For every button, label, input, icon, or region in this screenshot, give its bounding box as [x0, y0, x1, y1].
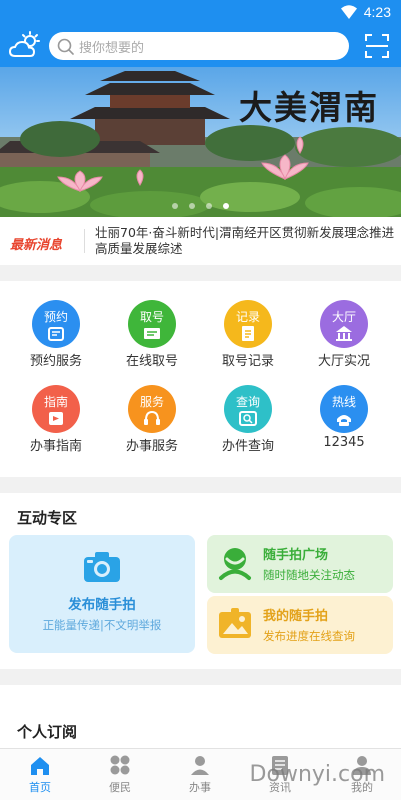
status-bar: 4:23: [0, 0, 401, 24]
photo-square-icon: [219, 548, 251, 580]
service-item[interactable]: 服务 办事服务: [107, 385, 197, 454]
service-item[interactable]: 记录 取号记录: [203, 300, 293, 369]
watermark: Downyi.com: [249, 762, 385, 787]
wifi-icon: [341, 5, 357, 19]
weather-icon[interactable]: [9, 31, 41, 59]
service-label: 大厅实况: [317, 354, 370, 369]
service-badge: 记录: [235, 310, 260, 324]
service-glyph: [242, 326, 254, 341]
carousel-indicator: [172, 203, 229, 209]
service-item[interactable]: 预约 预约服务: [11, 300, 101, 369]
person-icon: [191, 756, 209, 775]
calendar-icon: 预约: [32, 300, 80, 348]
query-icon: 查询: [224, 385, 272, 433]
service-label: 预约服务: [29, 354, 82, 369]
news-headline[interactable]: 壮丽70年·奋斗新时代|渭南经开区贯彻新发展理念推进高质量发展综述: [95, 225, 395, 257]
record-icon: 记录: [224, 300, 272, 348]
service-item[interactable]: 指南 办事指南: [11, 385, 101, 454]
service-badge: 大厅: [331, 310, 356, 324]
publish-photo-subtitle: 正能量传递|不文明举报: [42, 618, 162, 632]
service-label: 在线取号: [125, 354, 178, 369]
service-glyph: [144, 410, 160, 425]
phone-icon: 热线: [320, 385, 368, 433]
news-divider: [84, 229, 85, 253]
guide-icon: 指南: [32, 385, 80, 433]
service-label: 取号记录: [221, 354, 274, 369]
banner-calligraphy: 大美渭南: [239, 88, 379, 127]
carousel-dot-active[interactable]: [223, 203, 229, 209]
service-glyph: [49, 412, 63, 425]
building-icon: 大厅: [320, 300, 368, 348]
headset-icon: 服务: [128, 385, 176, 433]
tab-label: 首页: [29, 781, 51, 794]
home-icon: [31, 757, 49, 775]
service-item[interactable]: 取号 在线取号: [107, 300, 197, 369]
search-placeholder: 搜你想要的: [79, 41, 145, 56]
service-glyph: [336, 326, 352, 341]
search-icon: [57, 38, 74, 55]
section-title: 互动专区: [17, 509, 78, 527]
service-grid: 预约 预约服务 取号 在线取号 记录 取号记录 大厅 大厅实况 指南 办事指南 服务 办事服务 查询 办件…: [0, 281, 401, 477]
service-badge: 服务: [139, 395, 164, 409]
carousel-dot[interactable]: [206, 203, 212, 209]
banner-carousel[interactable]: 大美渭南: [0, 67, 401, 217]
service-badge: 预约: [43, 310, 68, 324]
service-label: 办事服务: [125, 439, 178, 454]
service-label: 12345: [323, 435, 365, 450]
photo-square-subtitle: 随时随地关注动态: [263, 568, 355, 582]
search-bar[interactable]: 搜你想要的: [49, 32, 349, 60]
status-time: 4:23: [363, 4, 391, 20]
interaction-section: 互动专区 发布随手拍 正能量传递|不文明举报 随手拍广场 随时随地关注动态 我的…: [0, 493, 401, 669]
service-item[interactable]: 查询 办件查询: [203, 385, 293, 454]
photo-square-title: 随手拍广场: [263, 548, 329, 563]
carousel-dot[interactable]: [189, 203, 195, 209]
subscription-title: 个人订阅: [17, 723, 78, 741]
scan-icon[interactable]: [365, 34, 389, 58]
subscription-section: 个人订阅: [0, 685, 401, 755]
service-badge: 取号: [139, 310, 164, 324]
my-photo-card[interactable]: 我的随手拍 发布进度在线查询: [207, 596, 393, 654]
service-label: 办件查询: [221, 439, 274, 454]
publish-photo-title: 发布随手拍: [68, 597, 136, 613]
service-item[interactable]: 大厅 大厅实况: [299, 300, 389, 369]
tab-label: 便民: [109, 781, 131, 794]
publish-photo-card[interactable]: 发布随手拍 正能量传递|不文明举报: [9, 535, 195, 653]
service-badge: 查询: [235, 395, 260, 409]
ticket-icon: 取号: [128, 300, 176, 348]
tab-home[interactable]: 首页: [10, 754, 70, 795]
news-ticker[interactable]: 最新消息 壮丽70年·奋斗新时代|渭南经开区贯彻新发展理念推进高质量发展综述: [0, 217, 401, 265]
service-badge: 热线: [331, 395, 356, 409]
service-glyph: [239, 411, 257, 426]
camera-icon: [84, 552, 120, 582]
service-glyph: [337, 415, 351, 426]
top-bar: 4:23 搜你想要的: [0, 0, 401, 67]
grid-icon: [110, 755, 130, 775]
news-tag: 最新消息: [10, 238, 63, 253]
service-glyph: [144, 328, 160, 339]
service-glyph: [48, 327, 64, 341]
service-item[interactable]: 热线 12345: [299, 385, 389, 450]
my-photo-title: 我的随手拍: [263, 609, 329, 624]
service-badge: 指南: [43, 395, 68, 409]
carousel-dot[interactable]: [172, 203, 178, 209]
my-photo-subtitle: 发布进度在线查询: [263, 629, 355, 643]
tab-label: 办事: [189, 781, 211, 794]
tab-person[interactable]: 办事: [170, 754, 230, 795]
service-label: 办事指南: [29, 439, 82, 454]
tab-grid[interactable]: 便民: [90, 754, 150, 795]
my-photo-icon: [219, 608, 251, 638]
photo-square-card[interactable]: 随手拍广场 随时随地关注动态: [207, 535, 393, 593]
